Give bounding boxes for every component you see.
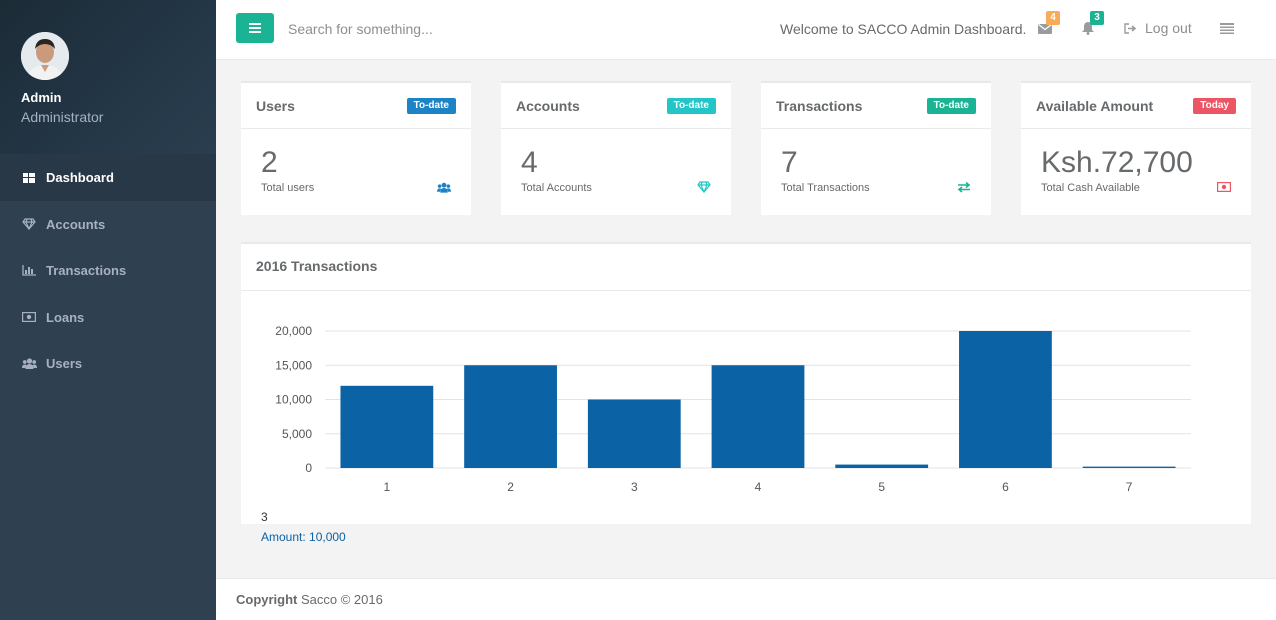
bar[interactable]: [587, 399, 681, 469]
footer-text: Sacco © 2016: [297, 592, 383, 607]
card-subtitle: Total Accounts: [521, 182, 592, 194]
x-tick-label: 7: [1126, 480, 1133, 494]
users-card: Users To-date 2 Total users: [241, 81, 471, 215]
card-title: Users: [256, 98, 295, 114]
bar[interactable]: [1082, 466, 1176, 468]
sidebar: Admin Administrator Dashboard Accounts T…: [0, 0, 216, 620]
sidebar-item-transactions[interactable]: Transactions: [0, 248, 216, 295]
search-input[interactable]: [288, 16, 588, 42]
money-icon: [1217, 181, 1231, 193]
transactions-chart-panel: 2016 Transactions 0 5,000 10,000 15,000 20,0…: [241, 242, 1251, 524]
exchange-icon: [957, 181, 971, 193]
logout-label: Log out: [1145, 20, 1192, 36]
footer-copyright-label: Copyright: [236, 592, 298, 607]
card-subtitle: Total Cash Available: [1041, 182, 1140, 194]
top-navbar: Welcome to SACCO Admin Dashboard. 4 3 Lo…: [216, 0, 1276, 60]
y-tick-label: 10,000: [275, 393, 312, 407]
y-tick-label: 15,000: [275, 358, 312, 372]
card-header: Transactions To-date: [761, 83, 991, 129]
card-value: Ksh.72,700: [1041, 146, 1193, 179]
card-title: Available Amount: [1036, 98, 1154, 114]
status-badge: To-date: [926, 98, 976, 114]
profile-role: Administrator: [21, 109, 104, 125]
profile-section: Admin Administrator: [0, 0, 216, 154]
diamond-icon: [697, 181, 711, 193]
money-icon: [21, 311, 37, 323]
card-header: Users To-date: [241, 83, 471, 129]
x-tick-label: 5: [878, 480, 885, 494]
users-icon: [21, 358, 37, 370]
footer: Copyright Sacco © 2016: [216, 578, 1276, 620]
profile-name[interactable]: Admin: [21, 90, 216, 105]
bar[interactable]: [835, 464, 929, 468]
messages-badge: 4: [1046, 11, 1060, 25]
sidebar-item-label: Transactions: [46, 263, 127, 279]
status-badge: To-date: [406, 98, 456, 114]
sidebar-item-label: Users: [46, 356, 83, 372]
x-tick-label: 4: [755, 480, 762, 494]
chart-hover-category: 3: [261, 510, 268, 524]
y-tick-label: 0: [305, 461, 312, 475]
card-value: 7: [781, 146, 798, 179]
logout-button[interactable]: Log out: [1124, 20, 1192, 36]
x-tick-label: 6: [1002, 480, 1009, 494]
sidebar-item-label: Dashboard: [46, 170, 114, 185]
card-value: 4: [521, 146, 538, 179]
alerts-badge: 3: [1090, 11, 1104, 25]
card-title: Accounts: [516, 98, 580, 114]
card-title: Transactions: [776, 98, 863, 114]
bar[interactable]: [959, 331, 1052, 468]
accounts-card: Accounts To-date 4 Total Accounts: [501, 81, 731, 215]
available-amount-card: Available Amount Today Ksh.72,700 Total …: [1021, 81, 1251, 215]
dashboard-icon: [21, 172, 37, 184]
chart-hover-value: Amount: 10,000: [261, 530, 346, 544]
card-subtitle: Total Transactions: [781, 182, 870, 194]
card-subtitle: Total users: [261, 182, 315, 194]
x-tick-label: 2: [507, 480, 514, 494]
avatar[interactable]: [21, 32, 69, 80]
sidebar-item-users[interactable]: Users: [0, 341, 216, 388]
sidebar-item-label: Accounts: [46, 216, 106, 232]
y-tick-label: 5,000: [282, 427, 312, 441]
y-tick-label: 20,000: [275, 324, 312, 338]
transactions-card: Transactions To-date 7 Total Transaction…: [761, 81, 991, 215]
card-header: Accounts To-date: [501, 83, 731, 129]
users-icon: [437, 181, 451, 193]
status-badge: To-date: [666, 98, 716, 114]
sidebar-item-loans[interactable]: Loans: [0, 294, 216, 341]
card-header: Available Amount Today: [1021, 83, 1251, 129]
diamond-icon: [21, 218, 37, 231]
card-value: 2: [261, 146, 278, 179]
welcome-text: Welcome to SACCO Admin Dashboard.: [780, 21, 1027, 37]
sidebar-item-label: Loans: [46, 309, 85, 325]
x-tick-label: 3: [631, 480, 638, 494]
x-tick-label: 1: [384, 480, 391, 494]
bar[interactable]: [711, 365, 805, 468]
sidebar-item-dashboard[interactable]: Dashboard: [0, 154, 216, 201]
sidebar-item-accounts[interactable]: Accounts: [0, 201, 216, 248]
bar[interactable]: [464, 365, 557, 468]
sign-out-icon: [1124, 22, 1137, 34]
hamburger-icon: [249, 23, 261, 33]
bar-chart-icon: [21, 265, 37, 277]
bar[interactable]: [340, 385, 434, 468]
menu-toggle-button[interactable]: [236, 13, 274, 43]
tasks-icon[interactable]: [1220, 22, 1234, 40]
status-badge: Today: [1193, 98, 1236, 114]
bar-chart[interactable]: 0 5,000 10,000 15,000 20,000 1 2 3 4 5 6 7: [241, 244, 1251, 526]
